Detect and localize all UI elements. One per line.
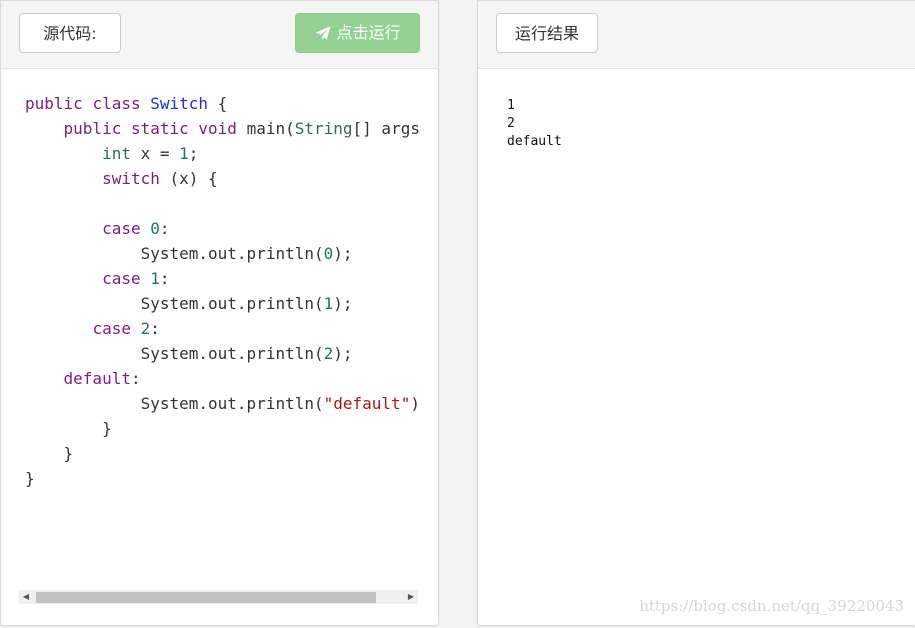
code-line: int x = 1; [102, 144, 199, 163]
source-code: public class Switch { public static void… [1, 69, 438, 491]
code-line: case 1: [102, 269, 170, 288]
code-line: } [25, 469, 35, 488]
source-panel-header: 源代码: 点击运行 [1, 1, 438, 69]
source-code-button[interactable]: 源代码: [19, 13, 121, 53]
program-output: 1 2 default [507, 98, 562, 149]
source-panel: 源代码: 点击运行 public class Switch { public s… [0, 0, 439, 626]
code-line: case 0: [102, 219, 170, 238]
arrow-right-icon[interactable]: ▶ [404, 590, 418, 604]
paper-plane-icon [315, 26, 331, 40]
code-line: } [25, 444, 74, 463]
arrow-left-icon[interactable]: ◀ [19, 590, 33, 604]
code-line: System.out.println(0); [140, 244, 353, 263]
code-line: System.out.println(2); [140, 344, 353, 363]
code-line: public class Switch { [25, 94, 228, 113]
code-line: System.out.println("default") [140, 394, 420, 413]
code-editor[interactable]: public class Switch { public static void… [1, 69, 438, 591]
code-line: System.out.println(1); [140, 294, 353, 313]
horizontal-scrollbar[interactable]: ◀ ▶ [19, 590, 418, 604]
watermark: https://blog.csdn.net/qq_39220043 [639, 597, 904, 615]
code-line: } [25, 419, 112, 438]
result-panel-header: 运行结果 [478, 1, 915, 69]
result-panel: 运行结果 1 2 default https://blog.csdn.net/q… [477, 0, 915, 626]
code-line: default: [63, 369, 141, 388]
run-button-label: 点击运行 [336, 23, 401, 42]
code-line: public static void main(String[] args [63, 119, 420, 138]
run-result-button[interactable]: 运行结果 [496, 13, 598, 53]
scrollbar-thumb[interactable] [36, 592, 376, 603]
code-line: case 2: [92, 319, 160, 338]
run-button[interactable]: 点击运行 [295, 13, 420, 53]
code-line: switch (x) { [102, 169, 218, 188]
